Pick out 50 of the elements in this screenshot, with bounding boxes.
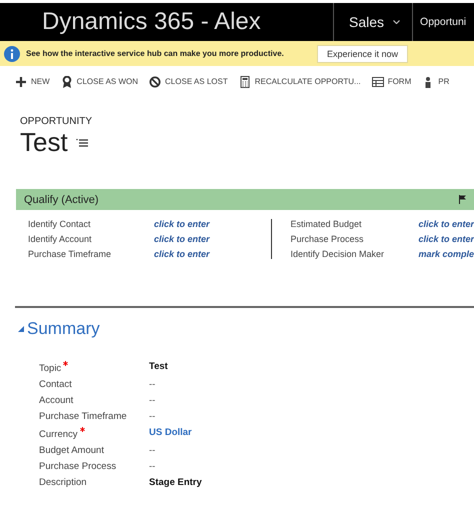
form-icon — [372, 76, 384, 88]
info-icon — [4, 46, 20, 62]
flag-icon — [459, 195, 466, 204]
stage-bar[interactable]: Qualify (Active) — [16, 189, 474, 210]
step-value-link[interactable]: click to enter — [418, 234, 474, 244]
app-title: Dynamics 365 - Alex — [41, 7, 262, 37]
step-label: Identify Decision Maker — [290, 249, 386, 259]
command-button[interactable]: FORM — [372, 76, 412, 88]
field-value-link[interactable]: US Dollar — [149, 427, 474, 440]
field-value: Test — [149, 361, 169, 374]
entity-label: OPPORTUNITY — [20, 116, 94, 127]
ribbon-icon — [60, 76, 73, 88]
banner-message: See how the interactive service hub can make you more productive. — [26, 49, 285, 58]
prohibited-icon — [149, 76, 162, 88]
field-label: Contact — [39, 379, 72, 390]
command-button[interactable]: CLOSE AS LOST — [149, 76, 228, 88]
field-value: -- — [149, 411, 156, 422]
step-label: Estimated Budget — [290, 219, 363, 229]
field-value: -- — [149, 395, 156, 406]
step-label: Purchase Process — [290, 234, 365, 244]
section-title: Summary — [27, 319, 100, 339]
command-button[interactable]: CLOSE AS WON — [60, 76, 138, 88]
command-button[interactable]: NEW — [15, 76, 50, 88]
step-value-link[interactable]: click to enter — [154, 249, 272, 259]
record-name: Test — [20, 127, 68, 158]
step-value-link[interactable]: click to enter — [418, 219, 474, 229]
step-value-link[interactable]: mark comple — [418, 249, 474, 259]
field-value: Stage Entry — [149, 477, 203, 488]
calculator-icon — [238, 76, 251, 88]
step-label: Identify Contact — [28, 219, 92, 229]
step-value-link[interactable]: click to enter — [154, 234, 272, 244]
field-label: Account — [39, 395, 74, 406]
step-label: Identify Account — [28, 234, 93, 244]
field-value: -- — [149, 379, 156, 390]
form-selector-icon[interactable] — [76, 138, 88, 147]
command-button[interactable]: PR — [422, 76, 450, 88]
field-value: -- — [149, 461, 156, 472]
field-label: Purchase Timeframe — [39, 411, 127, 422]
field-label: Budget Amount — [39, 445, 104, 456]
step-label: Purchase Timeframe — [28, 249, 112, 259]
plus-icon — [15, 76, 27, 88]
field-value: -- — [149, 445, 156, 456]
field-label: Currency — [39, 429, 78, 440]
field-label: Description — [39, 477, 87, 488]
experience-button[interactable]: Experience it now — [317, 44, 408, 62]
command-button[interactable]: RECALCULATE OPPORTU... — [238, 76, 361, 88]
field-label: Purchase Process — [39, 461, 116, 472]
step-value-link[interactable]: click to enter — [154, 219, 272, 229]
field-label: Topic — [39, 363, 62, 374]
collapse-triangle-icon[interactable] — [18, 326, 24, 332]
